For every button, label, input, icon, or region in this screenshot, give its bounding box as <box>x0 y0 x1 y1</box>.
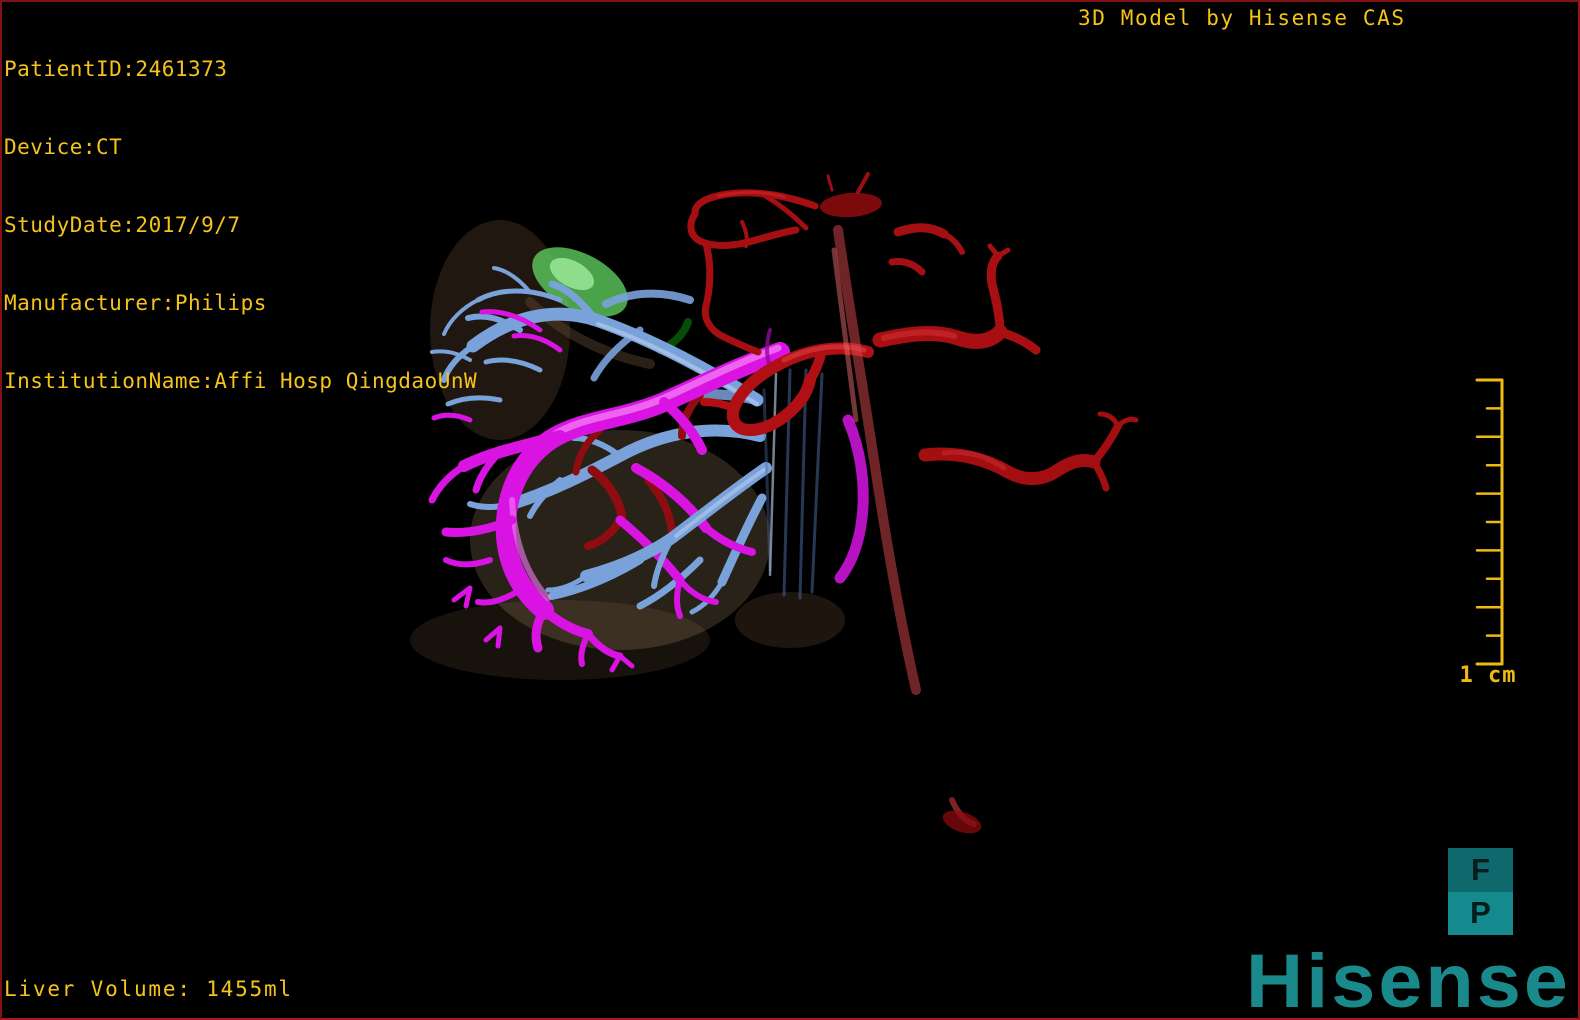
device: Device:CT <box>4 135 123 159</box>
institution-name: InstitutionName:Affi Hosp QingdaoUnW <box>4 369 478 393</box>
study-date: StudyDate:2017/9/7 <box>4 213 241 237</box>
fp-logo-icon: F P <box>1448 848 1513 935</box>
hisense-wordmark: Hisense <box>1246 939 1571 1020</box>
liver-volume-readout: Liver Volume: 1455ml <box>4 977 293 1001</box>
application-window: PatientID:2461373 Device:CT StudyDate:20… <box>0 0 1580 1020</box>
scale-ruler <box>1475 378 1504 666</box>
gastric-artery-loop <box>687 189 819 356</box>
portal-confluence-model <box>765 328 772 368</box>
fp-logo-bottom-letter: P <box>1448 891 1513 935</box>
viewport-title: 3D Model by Hisense CAS <box>1078 6 1406 30</box>
manufacturer: Manufacturer:Philips <box>4 291 267 315</box>
patient-id: PatientID:2461373 <box>4 57 228 81</box>
ruler-scale-label: 1 cm <box>1459 663 1517 688</box>
superior-mesenteric-vein-model <box>834 414 869 584</box>
renal-artery <box>918 411 1139 492</box>
fp-logo-top-letter: F <box>1448 848 1513 892</box>
patient-info-block: PatientID:2461373 Device:CT StudyDate:20… <box>4 4 477 446</box>
